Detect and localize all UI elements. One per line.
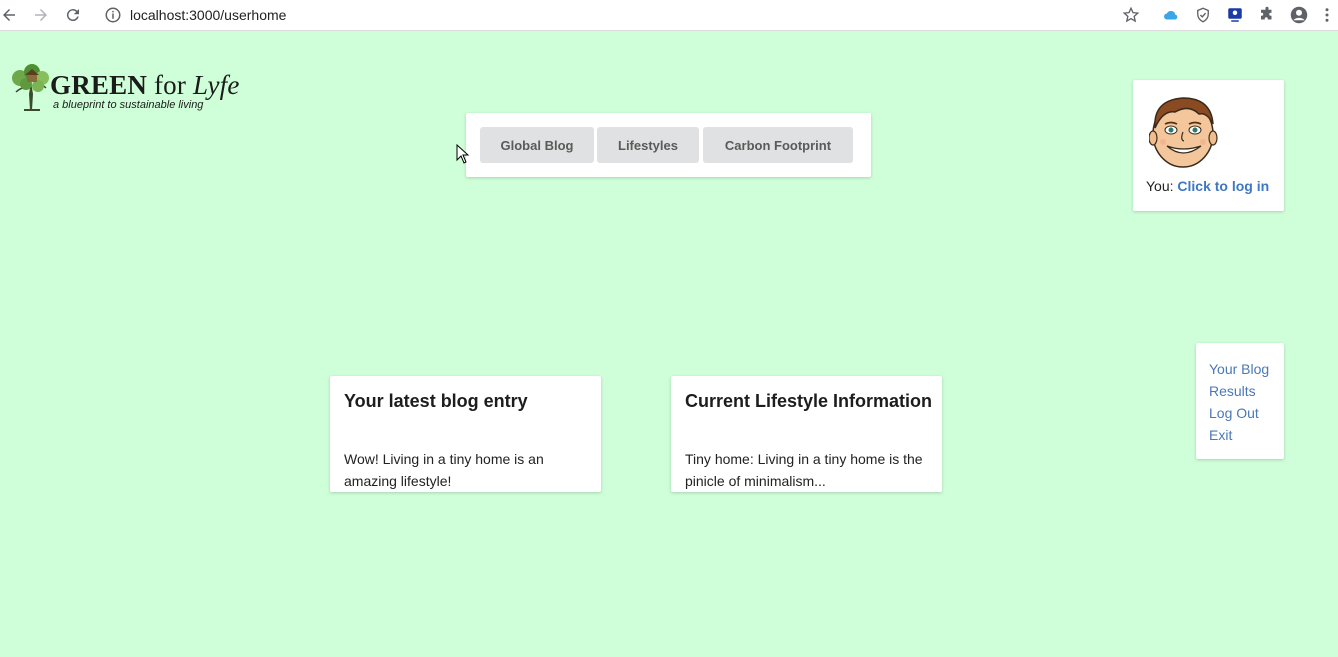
- menu-dots-icon[interactable]: [1320, 3, 1334, 27]
- address-bar[interactable]: localhost:3000/userhome: [100, 2, 1100, 28]
- profile-card: You: Click to log in: [1133, 80, 1284, 211]
- browser-toolbar: localhost:3000/userhome: [0, 0, 1338, 31]
- bookmark-star-icon[interactable]: [1119, 3, 1143, 27]
- tagline: a blueprint to sustainable living: [53, 99, 204, 111]
- brand-for: for: [153, 70, 187, 100]
- info-icon[interactable]: [104, 6, 122, 24]
- side-menu: Your Blog Results Log Out Exit: [1196, 343, 1284, 459]
- back-arrow-icon[interactable]: [0, 2, 22, 28]
- main-nav: Global Blog Lifestyles Carbon Footprint: [466, 113, 871, 177]
- lifestyle-info-card: Current Lifestyle Information Tiny home:…: [671, 376, 942, 492]
- url-text: localhost:3000/userhome: [130, 7, 287, 23]
- card-title: Current Lifestyle Information: [685, 391, 933, 411]
- card-body: Tiny home: Living in a tiny home is the …: [685, 451, 923, 489]
- brand-green: GREEN: [50, 70, 148, 100]
- puzzle-extensions-icon[interactable]: [1255, 3, 1279, 27]
- menu-log-out[interactable]: Log Out: [1209, 402, 1284, 424]
- reload-icon[interactable]: [60, 2, 86, 28]
- you-label: You:: [1146, 178, 1174, 194]
- screen-extension-icon[interactable]: [1223, 3, 1247, 27]
- account-avatar-icon[interactable]: [1287, 3, 1311, 27]
- menu-exit[interactable]: Exit: [1209, 424, 1284, 446]
- brand-lyfe: Lyfe: [193, 70, 240, 100]
- menu-your-blog[interactable]: Your Blog: [1209, 358, 1284, 380]
- tab-carbon-footprint[interactable]: Carbon Footprint: [703, 127, 853, 163]
- menu-results[interactable]: Results: [1209, 380, 1284, 402]
- forward-arrow-icon[interactable]: [28, 2, 54, 28]
- avatar: [1149, 97, 1218, 168]
- tab-global-blog[interactable]: Global Blog: [480, 127, 594, 163]
- shield-extension-icon[interactable]: [1191, 3, 1215, 27]
- site-logo[interactable]: GREEN for Lyfe a blueprint to sustainabl…: [10, 64, 270, 114]
- mouse-cursor-icon: [456, 144, 470, 164]
- brand-name: GREEN for Lyfe: [50, 70, 240, 101]
- login-link[interactable]: Click to log in: [1177, 178, 1269, 194]
- tab-lifestyles[interactable]: Lifestyles: [597, 127, 699, 163]
- cloud-extension-icon[interactable]: [1159, 3, 1183, 27]
- card-title: Your latest blog entry: [344, 391, 528, 411]
- card-body: Wow! Living in a tiny home is an amazing…: [344, 451, 544, 489]
- user-status: You: Click to log in: [1146, 178, 1269, 194]
- latest-blog-card: Your latest blog entry Wow! Living in a …: [330, 376, 601, 492]
- tree-house-icon: [12, 64, 49, 111]
